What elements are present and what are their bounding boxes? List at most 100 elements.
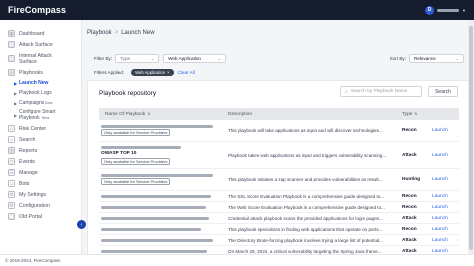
sidebar-item-old-portal[interactable]: ▢ Old Portal bbox=[0, 211, 81, 222]
sidebar-item-label: Playbook Logs bbox=[19, 90, 52, 96]
sidebar-item-label: Old Portal bbox=[19, 213, 43, 220]
launch-link[interactable]: Launch bbox=[432, 177, 459, 182]
launch-link[interactable]: Launch bbox=[432, 153, 459, 158]
sidebar-item-label: Events bbox=[19, 158, 35, 165]
user-menu[interactable]: D ▼ bbox=[425, 5, 466, 15]
row-description: This playbook will take applications as … bbox=[228, 128, 383, 133]
internal-attack-surface-icon: ◫ bbox=[8, 55, 15, 62]
sidebar-item-bots[interactable]: ☺ Bots bbox=[0, 178, 81, 189]
sidebar-item-risk-center[interactable]: ⚠ Risk Center bbox=[0, 123, 81, 134]
sidebar-item-label: Reports bbox=[19, 147, 38, 154]
sidebar-item-label: Campaigns bbox=[19, 100, 45, 106]
search-button[interactable]: Search bbox=[428, 86, 458, 97]
breadcrumb-playbook[interactable]: Playbook bbox=[87, 30, 112, 36]
filter-chip-label: Web Application bbox=[135, 70, 166, 75]
row-description: This playbook initiates a zap scanner an… bbox=[228, 177, 383, 182]
launch-link[interactable]: Launch bbox=[432, 128, 459, 133]
repository-title: Playbook repository bbox=[99, 90, 157, 97]
column-type[interactable]: Type ⇅ bbox=[402, 112, 432, 117]
playbook-name-redacted bbox=[101, 205, 206, 209]
type-select[interactable]: Type ⌄ bbox=[115, 53, 160, 63]
sidebar-item-attack-surface[interactable]: ◫ Attack Surface bbox=[0, 39, 81, 50]
table-body: Only available for Service Providers Thi… bbox=[99, 120, 459, 257]
type-select-placeholder: Type bbox=[120, 55, 131, 61]
sidebar-item-events[interactable]: ◷ Events bbox=[0, 156, 81, 167]
sidebar-item-label: Launch New bbox=[19, 80, 49, 86]
service-provider-badge: Only available for Service Providers bbox=[101, 178, 171, 185]
column-type-label: Type bbox=[402, 111, 413, 117]
sidebar-item-playbooks[interactable]: ▤ Playbooks bbox=[0, 67, 81, 78]
sidebar-item-label: Manage bbox=[19, 169, 38, 176]
dashboard-icon: ▦ bbox=[8, 30, 15, 37]
filter-by-label: Filter By: bbox=[94, 55, 113, 61]
column-name[interactable]: Name Of Playbook ⇅ bbox=[99, 112, 227, 117]
sidebar-item-reports[interactable]: ▥ Reports bbox=[0, 145, 81, 156]
sort-select-value: Relevance bbox=[414, 55, 436, 61]
sidebar-item-manage[interactable]: ☰ Manage bbox=[0, 167, 81, 178]
sort-select[interactable]: Relevance ⌄ bbox=[409, 53, 464, 63]
playbook-repository-panel: Playbook repository ⌕ Search by Playbook… bbox=[87, 80, 469, 258]
top-bar: FireCompass D ▼ bbox=[0, 0, 474, 20]
chevron-down-icon: ⌄ bbox=[455, 55, 459, 61]
table-row: The SSL Score Evaluation Playbook is a c… bbox=[99, 191, 459, 202]
table-row: This playbook specializes in finding web… bbox=[99, 224, 459, 235]
sidebar-item-configuration[interactable]: ⚙ Configuration bbox=[0, 200, 81, 211]
playbook-name: OWASP TOP 10 bbox=[101, 150, 137, 156]
sidebar-collapse-button[interactable]: ‹ bbox=[77, 220, 86, 229]
sidebar-item-label: Bots bbox=[19, 180, 30, 187]
sidebar-item-label: Search bbox=[19, 136, 36, 143]
chevron-down-icon[interactable]: ▼ bbox=[462, 8, 466, 13]
table-row: Credential attack playbook scans the pro… bbox=[99, 213, 459, 224]
table-row: Only available for Service Providers Thi… bbox=[99, 169, 459, 191]
app-logo[interactable]: FireCompass bbox=[8, 5, 66, 15]
reports-icon: ▥ bbox=[8, 147, 15, 154]
sidebar-item-dashboard[interactable]: ▦ Dashboard bbox=[0, 28, 81, 39]
row-type: Recon bbox=[402, 128, 417, 133]
launch-link[interactable]: Launch bbox=[432, 194, 459, 199]
row-type: Recon bbox=[402, 193, 417, 199]
playbook-name-redacted bbox=[101, 250, 207, 253]
launch-link[interactable]: Launch bbox=[432, 227, 459, 232]
sidebar-item-search[interactable]: ⌕ Search bbox=[0, 134, 81, 145]
playbook-name-redacted bbox=[101, 174, 213, 177]
sidebar-item-configure-smart-playbook[interactable]: ▶ Configure Smart Playbook Beta bbox=[0, 108, 81, 123]
beta-tag: Beta bbox=[41, 115, 50, 120]
sidebar-item-campaigns[interactable]: ▶ Campaigns Beta bbox=[0, 98, 81, 108]
playbook-name-redacted bbox=[101, 125, 213, 128]
sidebar-item-launch-new[interactable]: ▶ Launch New bbox=[0, 78, 81, 88]
search-placeholder: Search by Playbook Name bbox=[350, 89, 408, 94]
sidebar-item-label: Risk Center bbox=[19, 125, 47, 132]
column-name-label: Name Of Playbook bbox=[105, 111, 146, 117]
launch-link[interactable]: Launch bbox=[432, 238, 459, 243]
launch-link[interactable]: Launch bbox=[432, 216, 459, 221]
sort-by-label: Sort By: bbox=[389, 55, 406, 61]
sort-icon: ⇅ bbox=[414, 112, 418, 116]
playbook-name-redacted bbox=[101, 216, 209, 220]
sidebar-item-playbook-logs[interactable]: ▶ Playbook Logs bbox=[0, 88, 81, 98]
footer: © 2018-2024, FireCompass bbox=[0, 254, 474, 266]
close-icon[interactable]: × bbox=[167, 70, 169, 75]
sidebar-item-my-settings[interactable]: ⚙ My Settings bbox=[0, 189, 81, 200]
chevron-down-icon: ⌄ bbox=[217, 55, 222, 61]
avatar[interactable]: D bbox=[425, 5, 435, 15]
sidebar-item-internal-attack-surface[interactable]: ◫ Internal Attack Surface bbox=[0, 50, 81, 67]
search-input[interactable]: ⌕ Search by Playbook Name bbox=[340, 86, 422, 97]
filter-chip[interactable]: Web Application × bbox=[131, 69, 174, 76]
table-row: The Web Score Evaluation Playbook is a c… bbox=[99, 202, 459, 213]
clear-all-link[interactable]: Clear All bbox=[178, 70, 195, 75]
scrollbar-thumb[interactable] bbox=[469, 26, 473, 250]
row-description: Playbook takes web applications as input… bbox=[228, 152, 387, 158]
user-name-redacted[interactable] bbox=[437, 8, 460, 12]
launch-link[interactable]: Launch bbox=[432, 205, 459, 210]
row-type: Attack bbox=[402, 215, 417, 221]
service-provider-badge: Only available for Service Providers bbox=[101, 129, 171, 136]
chevron-left-icon: ‹ bbox=[80, 221, 83, 228]
row-description: The Directory Brute-forcing playbook inv… bbox=[228, 237, 383, 243]
playbook-name-redacted bbox=[101, 227, 201, 231]
category-select[interactable]: Web Application ⌄ bbox=[163, 53, 227, 63]
row-description: The SSL Score Evaluation Playbook is a c… bbox=[228, 193, 385, 199]
chevron-down-icon: ⌄ bbox=[150, 55, 155, 61]
row-description: Credential attack playbook scans the pro… bbox=[228, 215, 383, 221]
page-scrollbar[interactable] bbox=[468, 20, 474, 254]
row-type: Hunting bbox=[402, 177, 421, 182]
